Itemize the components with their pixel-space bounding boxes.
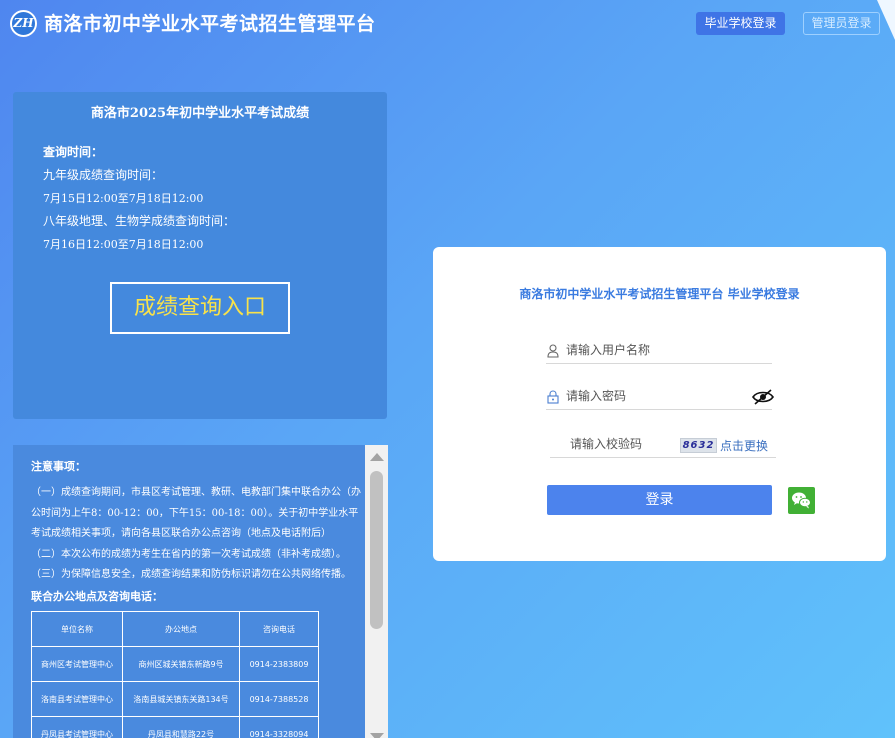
notice-paragraph: （三）为保障信息安全，成绩查询结果和防伪标识请勿在公共网络传播。 xyxy=(31,569,351,580)
wechat-login-button[interactable] xyxy=(788,487,815,514)
captcha-input[interactable] xyxy=(570,437,675,451)
score-query-entry-button[interactable]: 成绩查询入口 xyxy=(110,282,290,334)
corner-fold xyxy=(877,0,895,40)
score-panel-title: 商洛市2025年初中学业水平考试成绩 xyxy=(90,106,310,121)
notice-text: （一）成绩查询期间，市县区考试管理、教研、电教部门集中联合办公（办公时间为上午8… xyxy=(31,483,365,586)
table-cell: 0914-7388528 xyxy=(239,681,319,717)
login-card: 商洛市初中学业水平考试招生管理平台 毕业学校登录 8632 点击更换 登录 xyxy=(433,247,886,561)
username-input[interactable] xyxy=(566,343,736,357)
table-cell: 商州区考试管理中心 xyxy=(31,646,123,682)
notice-paragraph: （二）本次公布的成绩为考生在省内的第一次考试成绩（非补考成绩）。 xyxy=(31,548,346,560)
login-title: 商洛市初中学业水平考试招生管理平台 毕业学校登录 xyxy=(519,287,800,301)
user-icon xyxy=(547,344,559,358)
table-row: 商州区考试管理中心 商州区城关镇东新路9号 0914-2383809 xyxy=(31,646,319,682)
notice-content: 注意事项： （一）成绩查询期间，市县区考试管理、教研、电教部门集中联合办公（办公… xyxy=(13,445,365,738)
notice-panel: 注意事项： （一）成绩查询期间，市县区考试管理、教研、电教部门集中联合办公（办公… xyxy=(13,445,388,738)
table-row: 丹凤县考试管理中心 丹凤县和慧路22号 0914-3328094 xyxy=(31,716,319,738)
notice-title: 注意事项： xyxy=(31,460,86,473)
admin-login-button[interactable]: 管理员登录 xyxy=(803,12,880,35)
table-row: 洛南县考试管理中心 洛南县城关镇东关路134号 0914-7388528 xyxy=(31,681,319,717)
site-title: 商洛市初中学业水平考试招生管理平台 xyxy=(44,13,376,35)
scroll-up-icon[interactable] xyxy=(370,453,384,461)
table-header: 办公地点 xyxy=(122,611,240,647)
contact-table: 单位名称 办公地点 咨询电话 商州区考试管理中心 商州区城关镇东新路9号 091… xyxy=(31,611,319,738)
table-cell: 0914-3328094 xyxy=(239,716,319,738)
password-field xyxy=(546,387,774,410)
lock-icon xyxy=(547,390,559,404)
table-header: 单位名称 xyxy=(31,611,123,647)
table-cell: 洛南县考试管理中心 xyxy=(31,681,123,717)
grade8-query-time: 7月16日12:00至7月18日12:00 xyxy=(43,238,204,251)
grade9-query-time: 7月15日12:00至7月18日12:00 xyxy=(43,192,204,205)
school-login-button[interactable]: 毕业学校登录 xyxy=(696,12,785,35)
table-cell: 0914-2383809 xyxy=(239,646,319,682)
header: ZH 商洛市初中学业水平考试招生管理平台 毕业学校登录 管理员登录 xyxy=(0,0,895,50)
notice-scrollbar[interactable] xyxy=(365,445,388,738)
table-header: 咨询电话 xyxy=(239,611,319,647)
login-button[interactable]: 登录 xyxy=(547,485,772,515)
password-input[interactable] xyxy=(566,389,736,403)
eye-off-icon[interactable] xyxy=(752,388,774,406)
captcha-image[interactable]: 8632 xyxy=(680,438,717,453)
score-panel: 商洛市2025年初中学业水平考试成绩 查询时间： 九年级成绩查询时间： 7月15… xyxy=(13,92,387,419)
query-time-label: 查询时间： xyxy=(43,145,104,159)
wechat-icon xyxy=(792,492,811,509)
refresh-captcha-link[interactable]: 点击更换 xyxy=(720,437,768,454)
contact-title: 联合办公地点及咨询电话： xyxy=(31,590,163,603)
logo: ZH xyxy=(10,10,37,37)
table-cell: 丹凤县和慧路22号 xyxy=(122,716,240,738)
notice-paragraph: （一）成绩查询期间，市县区考试管理、教研、电教部门集中联合办公（办公时间为上午8… xyxy=(31,487,361,539)
username-field xyxy=(546,341,772,364)
table-header-row: 单位名称 办公地点 咨询电话 xyxy=(31,611,319,647)
table-cell: 丹凤县考试管理中心 xyxy=(31,716,123,738)
grade9-query-label: 九年级成绩查询时间： xyxy=(43,168,164,182)
table-cell: 商州区城关镇东新路9号 xyxy=(122,646,240,682)
grade8-query-label: 八年级地理、生物学成绩查询时间： xyxy=(43,214,236,228)
scroll-down-icon[interactable] xyxy=(370,733,384,738)
captcha-field: 8632 点击更换 xyxy=(550,435,776,458)
table-cell: 洛南县城关镇东关路134号 xyxy=(122,681,240,717)
scroll-thumb[interactable] xyxy=(370,471,383,629)
